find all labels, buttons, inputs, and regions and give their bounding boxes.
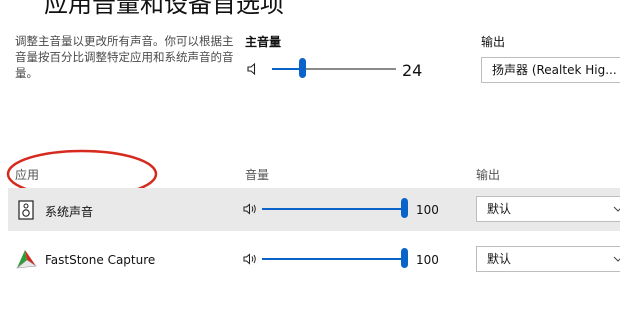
app-output-value: 默认 — [487, 202, 512, 216]
column-header-output: 输出 — [476, 168, 501, 182]
app-name: 系统声音 — [45, 205, 94, 219]
column-header-volume: 音量 — [245, 168, 270, 182]
app-output-dropdown[interactable]: 默认 — [476, 246, 620, 272]
master-volume-value: 24 — [402, 61, 423, 80]
chevron-down-icon — [613, 256, 620, 262]
app-output-value: 默认 — [487, 252, 512, 266]
speaker-icon[interactable] — [243, 252, 259, 266]
speaker-icon[interactable] — [247, 62, 261, 76]
chevron-down-icon — [613, 206, 620, 212]
app-volume-value: 100 — [416, 203, 439, 217]
master-output-dropdown[interactable]: 扬声器 (Realtek Hig... — [481, 57, 620, 83]
system-sounds-icon — [18, 200, 34, 220]
app-name: FastStone Capture — [45, 253, 156, 267]
faststone-capture-icon — [16, 250, 37, 269]
master-output-label: 输出 — [481, 35, 506, 49]
page-title: 应用音量和设备首选项 — [44, 0, 284, 18]
app-output-dropdown[interactable]: 默认 — [476, 196, 620, 222]
page-description: 调整主音量以更改所有声音。你可以根据主音量按百分比调整特定应用和系统声音的音量。 — [15, 34, 234, 80]
master-volume-label: 主音量 — [245, 35, 282, 49]
speaker-icon[interactable] — [243, 202, 259, 216]
app-volume-value: 100 — [416, 253, 439, 267]
master-output-value: 扬声器 (Realtek Hig... — [492, 63, 617, 77]
